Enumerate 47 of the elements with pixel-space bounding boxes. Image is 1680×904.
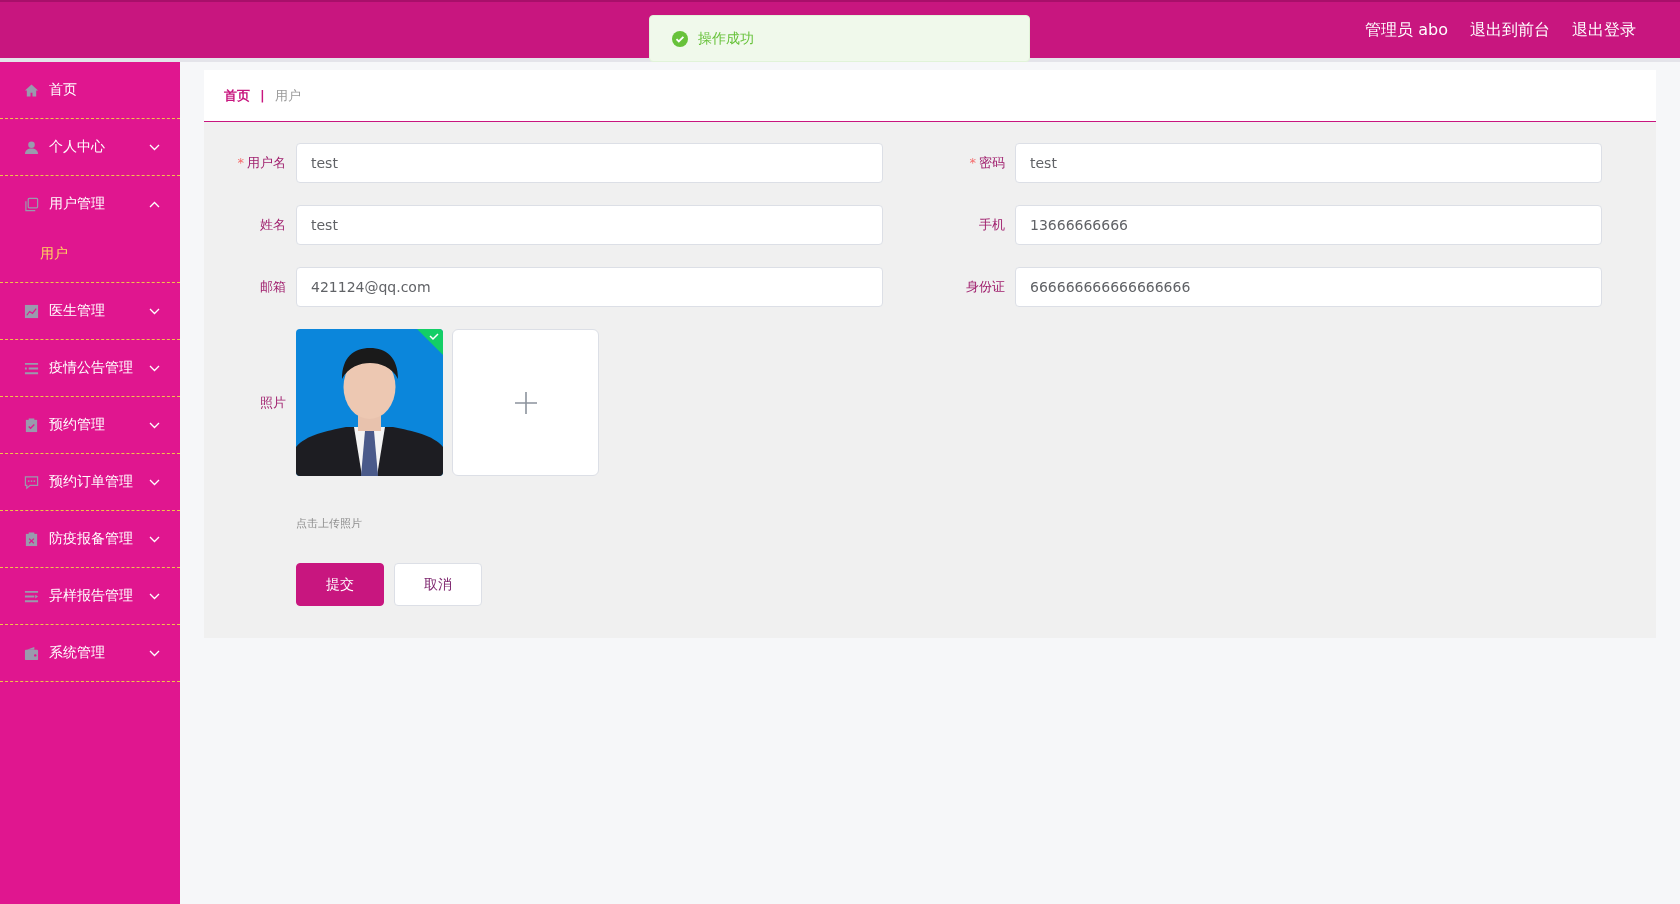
clipboard-x-icon [24, 531, 39, 547]
upload-box[interactable] [452, 329, 599, 476]
chart-icon [24, 303, 39, 319]
list-arrow-icon [24, 588, 39, 604]
field-label: 照片 [259, 393, 287, 412]
toast-text: 操作成功 [698, 29, 754, 48]
menu-item[interactable]: 预约管理 [0, 397, 180, 453]
upload-hint: 点击上传照片 [296, 516, 363, 531]
separator: | [260, 88, 265, 103]
breadcrumb-item[interactable]: 首页 [224, 86, 250, 105]
menu-item[interactable]: 疫情公告管理 [0, 340, 180, 396]
wallet-icon [24, 645, 39, 661]
chat-icon [24, 474, 39, 490]
home-icon [24, 82, 39, 98]
menu-item[interactable]: 防疫报备管理 [0, 511, 180, 567]
menu-item[interactable]: 首页 [0, 62, 180, 118]
user-icon [24, 139, 39, 155]
copy-icon [24, 196, 39, 212]
header-link[interactable]: 退出到前台 [1470, 19, 1550, 41]
field-label: 姓名 [259, 216, 287, 234]
menu-item[interactable]: 系统管理 [0, 625, 180, 681]
menu-item[interactable]: 医生管理 [0, 283, 180, 339]
input-field[interactable]: 13666666666 [1015, 205, 1602, 245]
input-field[interactable]: test [296, 205, 883, 245]
field-label: 邮箱 [259, 278, 287, 296]
submenu-item[interactable]: 用户 [0, 232, 180, 282]
cancel-button[interactable]: 取消 [394, 563, 482, 606]
menu-item[interactable]: 异样报告管理 [0, 568, 180, 624]
success-icon [672, 30, 688, 47]
input-field[interactable]: test [1015, 143, 1602, 183]
menu-item[interactable]: 个人中心 [0, 119, 180, 175]
submit-button[interactable]: 提交 [296, 563, 384, 606]
input-field[interactable]: 666666666666666666 [1015, 267, 1602, 307]
clipboard-check-icon [24, 417, 39, 433]
field-label: 手机 [978, 216, 1006, 234]
breadcrumb-item: 用户 [274, 86, 301, 105]
field-label: * 密码 [968, 154, 1006, 172]
menu-item[interactable]: 预约订单管理 [0, 454, 180, 510]
menu-item[interactable]: 用户管理 [0, 176, 180, 232]
field-label: 身份证 [965, 278, 1006, 296]
list-icon [24, 360, 39, 376]
header-link[interactable]: 退出登录 [1572, 19, 1636, 41]
input-field[interactable]: 421124@qq.com [296, 267, 883, 307]
input-field[interactable]: test [296, 143, 883, 183]
user-name: 管理员 abo [1365, 19, 1448, 41]
plus-icon [513, 390, 538, 415]
field-label: * 用户名 [236, 154, 287, 172]
